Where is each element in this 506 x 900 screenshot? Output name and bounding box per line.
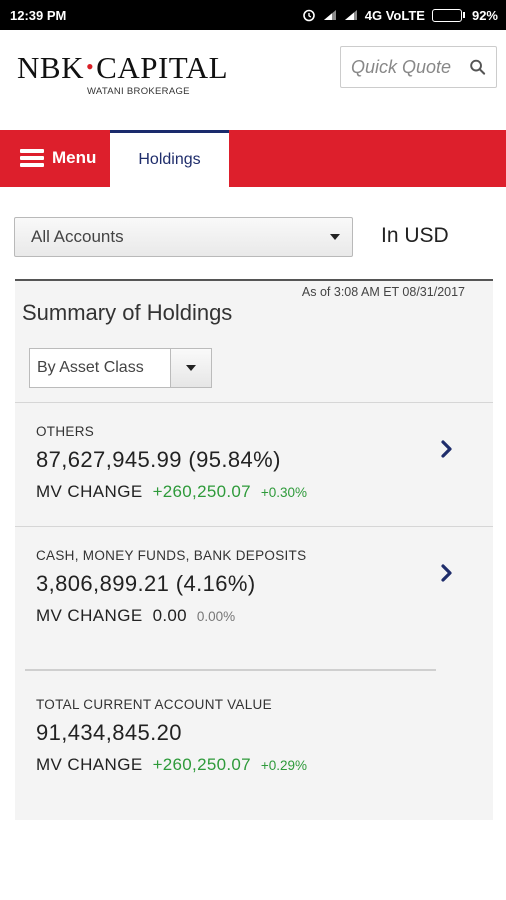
holding-category: OTHERS: [36, 424, 95, 439]
mv-change-line: MV CHANGE +260,250.07 +0.30%: [36, 482, 307, 502]
holding-category: CASH, MONEY FUNDS, BANK DEPOSITS: [36, 548, 307, 563]
chevron-right-icon[interactable]: [440, 563, 454, 583]
hamburger-icon[interactable]: [20, 149, 44, 167]
app-header: NBK•CAPITAL WATANI BROKERAGE: [0, 30, 506, 130]
account-dropdown-value: All Accounts: [31, 227, 124, 246]
quick-quote-box[interactable]: [340, 46, 497, 88]
account-dropdown[interactable]: All Accounts: [14, 217, 353, 257]
logo-subtitle: WATANI BROKERAGE: [87, 86, 190, 97]
asset-class-dropdown-button[interactable]: [170, 349, 211, 387]
asset-class-value: By Asset Class: [37, 359, 144, 376]
menu-button[interactable]: Menu: [20, 148, 96, 168]
chevron-right-icon[interactable]: [440, 439, 454, 459]
mv-change-value: +260,250.07: [152, 482, 251, 501]
total-value: 91,434,845.20: [36, 720, 182, 745]
mv-change-percent: +0.29%: [260, 758, 308, 773]
nav-bar: Menu Holdings: [0, 130, 506, 187]
caret-down-icon: [186, 365, 196, 371]
holding-value: 3,806,899.21 (4.16%): [36, 571, 256, 596]
mv-change-percent: +0.30%: [260, 485, 308, 500]
battery-percent: 92%: [471, 7, 498, 23]
mv-change-value: +260,250.07: [152, 755, 251, 774]
nbk-capital-logo: NBK•CAPITAL WATANI BROKERAGE: [17, 50, 229, 97]
currency-label: In USD: [381, 224, 449, 247]
mv-change-label: MV CHANGE: [36, 606, 143, 625]
menu-label: Menu: [52, 148, 97, 167]
search-icon[interactable]: [469, 58, 486, 76]
mv-change-value: 0.00: [152, 606, 187, 625]
network-label: 4G VoLTE: [364, 7, 425, 23]
alarm-icon: [302, 9, 315, 22]
tab-holdings[interactable]: Holdings: [110, 130, 229, 187]
holding-row-others[interactable]: OTHERS 87,627,945.99 (95.84%) MV CHANGE …: [15, 403, 493, 526]
total-mv-change-line: MV CHANGE +260,250.07 +0.29%: [36, 755, 307, 775]
holding-value: 87,627,945.99 (95.84%): [36, 447, 281, 472]
mv-change-label: MV CHANGE: [36, 482, 143, 501]
mv-change-percent: 0.00%: [196, 609, 236, 624]
total-account-value: TOTAL CURRENT ACCOUNT VALUE 91,434,845.2…: [15, 673, 493, 783]
total-divider: [25, 669, 436, 671]
holding-row-cash[interactable]: CASH, MONEY FUNDS, BANK DEPOSITS 3,806,8…: [15, 527, 493, 650]
quick-quote-input[interactable]: [351, 56, 469, 78]
mv-change-label: MV CHANGE: [36, 755, 143, 774]
status-icons: 4G VoLTE 92%: [302, 8, 498, 23]
mv-change-line: MV CHANGE 0.00 0.00%: [36, 606, 235, 626]
signal-icon-2: [344, 10, 357, 20]
status-bar: 12:39 PM 4G VoLTE 92%: [0, 0, 506, 30]
caret-down-icon: [330, 234, 340, 240]
signal-icon: [323, 10, 336, 20]
summary-panel: As of 3:08 AM ET 08/31/2017 Summary of H…: [15, 279, 493, 820]
status-time: 12:39 PM: [10, 7, 67, 23]
battery-icon: [431, 8, 465, 22]
summary-title: Summary of Holdings: [22, 300, 233, 325]
asset-class-dropdown[interactable]: By Asset Class: [29, 348, 212, 388]
total-label: TOTAL CURRENT ACCOUNT VALUE: [36, 697, 272, 712]
as-of-timestamp: As of 3:08 AM ET 08/31/2017: [301, 285, 465, 299]
